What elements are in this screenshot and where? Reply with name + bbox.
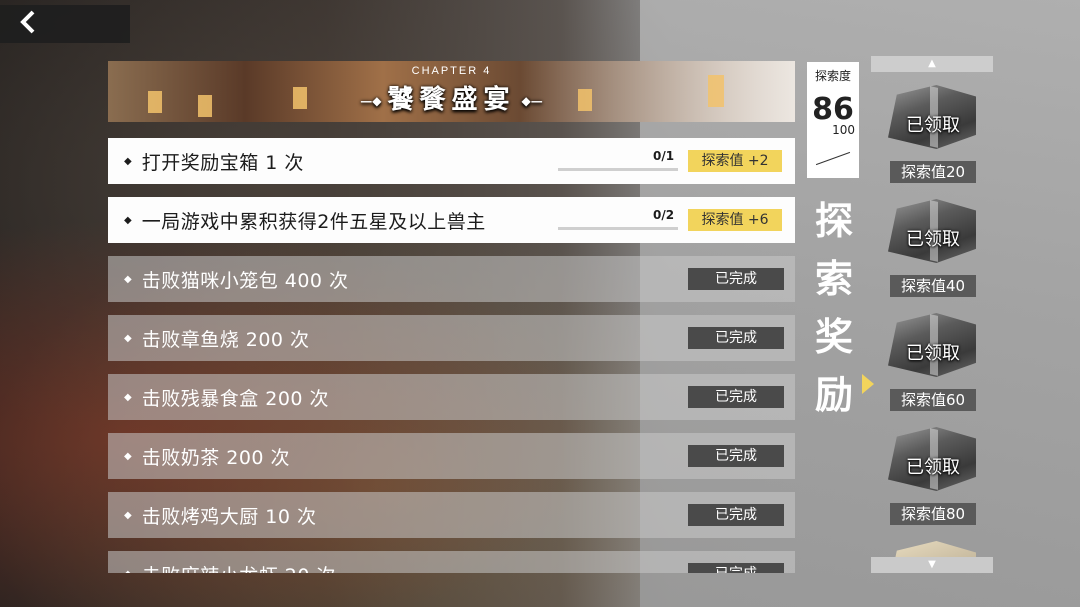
divider bbox=[815, 151, 851, 166]
scroll-down-button[interactable]: ▼ bbox=[871, 557, 993, 573]
task-label: 击败猫咪小笼包 400 次 bbox=[141, 269, 349, 292]
bullet-icon: ◆ bbox=[124, 450, 132, 462]
task-label: 打开奖励宝箱 1 次 bbox=[141, 151, 304, 174]
task-row[interactable]: ◆ 击败麻辣小龙虾 20 次 已完成 bbox=[108, 551, 795, 573]
reward-badge: 探索值 +6 bbox=[688, 209, 782, 231]
task-row[interactable]: ◆ 打开奖励宝箱 1 次 0/1 探索值 +2 bbox=[108, 138, 795, 184]
reward-chest-partial[interactable] bbox=[884, 541, 982, 557]
chapter-banner: CHAPTER 4 饕餮盛宴 bbox=[108, 61, 795, 122]
bullet-icon: ◆ bbox=[124, 155, 132, 167]
bullet-icon: ◆ bbox=[124, 509, 132, 521]
task-label: 击败麻辣小龙虾 20 次 bbox=[142, 561, 336, 574]
task-row[interactable]: ◆ 击败章鱼烧 200 次 已完成 bbox=[108, 315, 795, 361]
task-progress: 0/1 bbox=[653, 149, 675, 163]
bullet-icon: ◆ bbox=[124, 214, 132, 226]
reward-badge: 探索值 +2 bbox=[688, 150, 782, 172]
task-row[interactable]: ◆ 一局游戏中累积获得2件五星及以上兽主 0/2 探索值 +6 bbox=[108, 197, 795, 243]
task-row[interactable]: ◆ 击败烤鸡大厨 10 次 已完成 bbox=[108, 492, 795, 538]
exploration-meter: 探索度 86 100 bbox=[807, 62, 859, 178]
bullet-icon: ◆ bbox=[124, 273, 132, 285]
task-label: 击败奶茶 200 次 bbox=[141, 446, 291, 469]
reward-chest[interactable]: 已领取 探索值60 bbox=[884, 313, 982, 413]
claimed-label: 已领取 bbox=[906, 457, 960, 478]
reward-chest[interactable]: 已领取 探索值80 bbox=[884, 427, 982, 527]
task-progress: 0/2 bbox=[653, 208, 675, 222]
completed-badge: 已完成 bbox=[688, 386, 784, 408]
reward-threshold: 探索值60 bbox=[890, 389, 976, 411]
scroll-up-button[interactable]: ▲ bbox=[871, 56, 993, 72]
progress-track bbox=[558, 227, 678, 230]
chapter-number: CHAPTER 4 bbox=[411, 65, 492, 77]
reward-threshold: 探索值20 bbox=[890, 161, 976, 183]
reward-threshold: 探索值80 bbox=[890, 503, 976, 525]
completed-badge: 已完成 bbox=[688, 563, 784, 573]
completed-badge: 已完成 bbox=[688, 504, 784, 526]
task-row[interactable]: ◆ 击败奶茶 200 次 已完成 bbox=[108, 433, 795, 479]
completed-badge: 已完成 bbox=[688, 268, 784, 290]
chest-icon bbox=[888, 541, 976, 557]
exploration-label: 探索度 bbox=[814, 69, 851, 83]
completed-badge: 已完成 bbox=[688, 327, 784, 349]
completed-badge: 已完成 bbox=[688, 445, 784, 467]
claimed-label: 已领取 bbox=[906, 343, 960, 364]
exploration-value: 86 bbox=[812, 92, 854, 127]
chapter-title: 饕餮盛宴 bbox=[108, 79, 795, 116]
chevron-up-icon: ▲ bbox=[928, 58, 936, 69]
task-row[interactable]: ◆ 击败猫咪小笼包 400 次 已完成 bbox=[108, 256, 795, 302]
pointer-arrow-icon bbox=[862, 374, 874, 394]
task-label: 击败章鱼烧 200 次 bbox=[141, 328, 310, 351]
reward-chest[interactable]: 已领取 探索值20 bbox=[884, 85, 982, 185]
task-label: 击败烤鸡大厨 10 次 bbox=[141, 505, 317, 528]
reward-threshold: 探索值40 bbox=[890, 275, 976, 297]
bullet-icon: ◆ bbox=[124, 391, 132, 403]
claimed-label: 已领取 bbox=[906, 229, 960, 250]
reward-chest[interactable]: 已领取 探索值40 bbox=[884, 199, 982, 299]
claimed-label: 已领取 bbox=[906, 115, 960, 136]
chevron-down-icon: ▼ bbox=[928, 559, 936, 570]
reward-panel-title: 探索奖励 bbox=[814, 199, 853, 417]
bullet-icon: ◆ bbox=[124, 332, 132, 344]
task-label: 一局游戏中累积获得2件五星及以上兽主 bbox=[141, 210, 486, 233]
task-row[interactable]: ◆ 击败残暴食盒 200 次 已完成 bbox=[108, 374, 795, 420]
task-label: 击败残暴食盒 200 次 bbox=[141, 387, 330, 410]
progress-track bbox=[558, 168, 678, 171]
bullet-icon: ◆ bbox=[124, 569, 132, 574]
